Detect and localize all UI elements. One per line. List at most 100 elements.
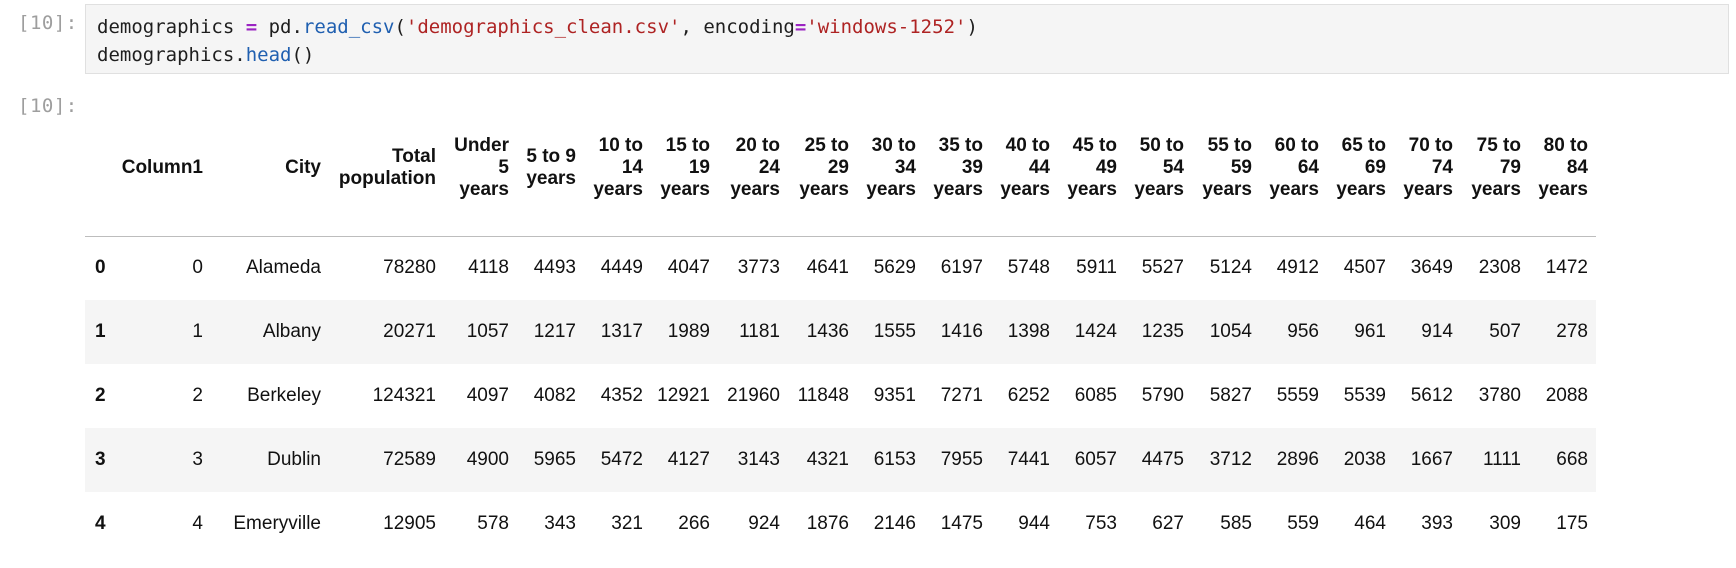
table-cell: 4047: [667, 257, 710, 279]
dataframe-output: Column1 City Total population Under 5 years…: [85, 100, 1736, 568]
column-header: 70 to 74 years: [1394, 100, 1461, 237]
table-cell: 2308: [1478, 257, 1521, 279]
table-cell: 1217: [533, 321, 576, 342]
table-cell: 578: [477, 513, 509, 534]
table-cell: 2088: [1545, 385, 1588, 406]
output-prompt: [10]:: [18, 95, 78, 117]
code-token: (: [394, 16, 406, 38]
table-cell: 5790: [1141, 385, 1184, 406]
code-token: pd.: [257, 16, 303, 38]
table-cell: 1: [192, 321, 203, 342]
table-row: 1 1 Albany 20271 1057 1217 1317 1989 1181 1436 155…: [85, 300, 1596, 364]
table-cell: 2896: [1276, 449, 1319, 470]
table-cell: 1317: [600, 321, 643, 342]
column-header: 55 to 59 years: [1192, 100, 1260, 237]
table-cell: 944: [1018, 513, 1050, 534]
code-token: ): [966, 16, 978, 38]
table-cell: 4: [192, 513, 203, 534]
code-token: read_csv: [302, 16, 395, 38]
table-cell: 21960: [727, 385, 780, 406]
table-cell: 1472: [1545, 257, 1588, 279]
table-cell: 5629: [873, 257, 916, 279]
table-cell: 3712: [1209, 449, 1252, 470]
table-cell: 11848: [797, 385, 849, 406]
table-cell: 72589: [383, 449, 436, 470]
table-cell: 4321: [806, 449, 849, 470]
dataframe-table: Column1 City Total population Under 5 years…: [85, 100, 1596, 556]
table-cell: 7955: [940, 449, 983, 470]
table-cell: 4449: [600, 257, 643, 279]
table-cell: Emeryville: [233, 513, 321, 534]
table-cell: Berkeley: [247, 385, 321, 406]
code-cell-editor[interactable]: demographics = pd.read_csv('demographics…: [85, 4, 1729, 74]
column-header: Under 5 years: [444, 100, 517, 237]
column-header: 20 to 24 years: [718, 100, 788, 237]
table-cell: 3: [192, 449, 203, 470]
row-index: 2: [95, 385, 106, 406]
table-cell: 1667: [1410, 449, 1453, 470]
column-header: 60 to 64 years: [1260, 100, 1327, 237]
table-cell: 124321: [372, 385, 436, 406]
table-cell: 4475: [1141, 449, 1184, 470]
code-token: demographics.: [97, 44, 246, 66]
code-token: 'windows-1252': [806, 16, 967, 38]
table-cell: 1398: [1007, 321, 1050, 342]
table-cell: 5124: [1209, 257, 1252, 279]
table-cell: 6057: [1074, 449, 1117, 470]
column-header: 35 to 39 years: [924, 100, 991, 237]
column-header: 40 to 44 years: [991, 100, 1058, 237]
code-token: head: [245, 44, 292, 66]
table-cell: 1057: [466, 321, 509, 342]
code-token: =: [245, 16, 258, 38]
column-header: 80 to 84 years: [1529, 100, 1596, 237]
table-row: 0 0 Alameda 78280 4118 4493 4449 4047 3773 4641 56…: [85, 236, 1596, 300]
table-cell: 956: [1287, 321, 1319, 342]
column-header: Total population: [329, 100, 444, 237]
table-header-row: Column1 City Total population Under 5 years…: [85, 100, 1596, 237]
table-cell: Dublin: [267, 449, 321, 470]
table-cell: 914: [1421, 321, 1453, 342]
table-cell: 393: [1421, 513, 1453, 534]
table-cell: 1181: [739, 321, 780, 342]
table-cell: 175: [1556, 513, 1588, 534]
table-cell: 12905: [383, 513, 436, 534]
column-header: 50 to 54 years: [1125, 100, 1192, 237]
column-header: Column1: [119, 100, 211, 237]
table-cell: 1235: [1141, 321, 1184, 342]
table-cell: 7441: [1007, 449, 1050, 470]
table-cell: 1475: [940, 513, 983, 534]
table-cell: 5559: [1276, 385, 1319, 406]
table-row: 2 2 Berkeley 124321 4097 4082 4352 12921 21960 11…: [85, 364, 1596, 428]
table-cell: 6197: [940, 257, 983, 279]
table-cell: 4352: [600, 385, 643, 406]
code-token: 'demographics_clean.csv': [405, 16, 681, 38]
table-cell: 924: [748, 513, 780, 534]
table-cell: 3649: [1410, 257, 1453, 279]
table-cell: 4641: [806, 257, 849, 279]
column-header: 10 to 14 years: [584, 100, 651, 237]
table-cell: 3780: [1478, 385, 1521, 406]
column-header: 5 to 9 years: [517, 100, 584, 237]
table-cell: 20271: [383, 321, 436, 342]
table-cell: 7271: [940, 385, 983, 406]
table-cell: 278: [1556, 321, 1588, 342]
table-cell: 668: [1556, 449, 1588, 470]
table-cell: 1876: [806, 513, 849, 534]
code-token: , encoding: [680, 16, 795, 38]
row-index: 3: [95, 449, 106, 470]
table-cell: 6153: [873, 449, 916, 470]
table-cell: 1989: [667, 321, 710, 342]
table-cell: 559: [1287, 513, 1319, 534]
table-cell: 753: [1085, 513, 1117, 534]
table-cell: 2: [192, 385, 203, 406]
table-cell: 6085: [1074, 385, 1117, 406]
table-cell: 266: [678, 513, 710, 534]
table-cell: 585: [1220, 513, 1252, 534]
column-header: 75 to 79 years: [1461, 100, 1529, 237]
table-cell: 12921: [657, 385, 710, 406]
column-header: 15 to 19 years: [651, 100, 718, 237]
row-index: 4: [95, 513, 106, 534]
column-header: City: [211, 100, 329, 237]
table-cell: 0: [192, 257, 203, 279]
input-prompt: [10]:: [18, 12, 78, 34]
